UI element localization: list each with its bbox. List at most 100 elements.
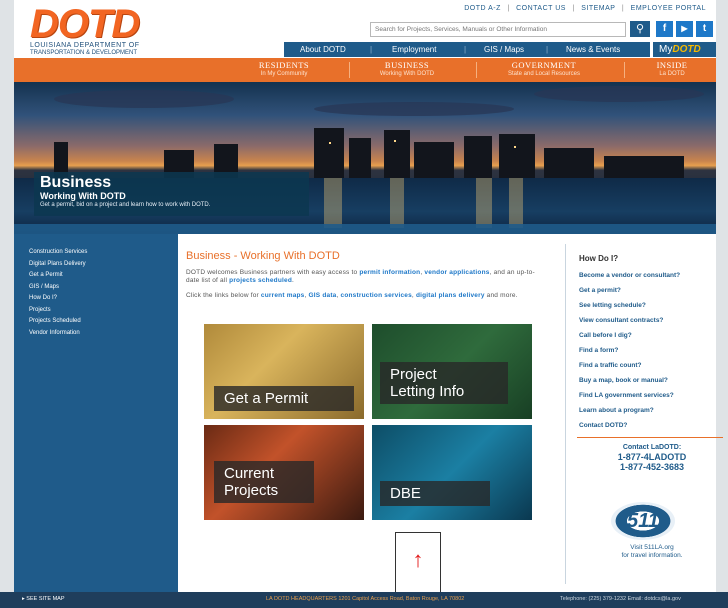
separator: |: [572, 5, 575, 12]
page-title: Business - Working With DOTD: [186, 250, 340, 262]
utility-links: DOTD A-Z | CONTACT US | SITEMAP | EMPLOY…: [462, 5, 708, 12]
link-la-government-services[interactable]: Find LA government services?: [579, 392, 728, 400]
separator: |: [546, 45, 549, 54]
dotd-logo[interactable]: DOTD LOUISIANA DEPARTMENT OF TRANSPORTAT…: [30, 2, 190, 58]
site-footer: ▸ SEE SITE MAP LA DOTD HEADQUARTERS 1201…: [0, 592, 728, 608]
link-contact-us[interactable]: CONTACT US: [516, 5, 566, 12]
link-projects-scheduled[interactable]: projects scheduled: [229, 277, 292, 284]
category-title: BUSINESS: [384, 60, 430, 70]
hero-light: [514, 146, 516, 148]
link-permit-information[interactable]: permit information: [359, 269, 420, 276]
how-do-i-panel: How Do I? Become a vendor or consultant?…: [565, 244, 728, 584]
hero-subtitle: Working With DOTD: [40, 191, 126, 201]
link-letting-schedule[interactable]: See letting schedule?: [579, 302, 728, 310]
category-residents[interactable]: RESIDENTS In My Community: [244, 60, 324, 78]
sidebar-item-vendor-information[interactable]: Vendor Information: [29, 328, 178, 340]
category-subtitle: Working With DOTD: [379, 71, 435, 77]
visit-511-line2: for travel information.: [621, 552, 683, 559]
tile-get-a-permit[interactable]: Get a Permit: [204, 324, 364, 419]
nav-employment[interactable]: Employment: [392, 45, 436, 54]
link-employee-portal[interactable]: EMPLOYEE PORTAL: [631, 5, 706, 12]
facebook-icon[interactable]: f: [656, 21, 673, 37]
link-gis-data[interactable]: GIS data: [309, 292, 337, 299]
divider: [624, 62, 625, 78]
511-logo[interactable]: 511: [611, 502, 675, 540]
sidebar-item-construction-services[interactable]: Construction Services: [29, 247, 178, 259]
tile-current-projects[interactable]: Current Projects: [204, 425, 364, 520]
page: DOTD LOUISIANA DEPARTMENT OF TRANSPORTAT…: [14, 0, 723, 608]
category-subtitle: La DOTD: [659, 71, 685, 77]
link-buy-map[interactable]: Buy a map, book or manual?: [579, 377, 728, 385]
link-get-permit[interactable]: Get a permit?: [579, 287, 728, 295]
intro-paragraph: DOTD welcomes Business partners with eas…: [186, 269, 548, 285]
sidebar-item-get-a-permit[interactable]: Get a Permit: [29, 270, 178, 282]
separator: |: [370, 45, 373, 54]
link-find-form[interactable]: Find a form?: [579, 347, 728, 355]
category-title: RESIDENTS: [258, 60, 310, 70]
youtube-icon[interactable]: ▶: [676, 21, 693, 37]
link-dotd-a-z[interactable]: DOTD A-Z: [464, 5, 501, 12]
links-paragraph: Click the links below for current maps, …: [186, 292, 548, 300]
hero-building: [414, 142, 454, 178]
link-learn-program[interactable]: Learn about a program?: [579, 407, 728, 415]
link-digital-plans-delivery[interactable]: digital plans delivery: [416, 292, 485, 299]
sidebar-item-how-do-i[interactable]: How Do I?: [29, 293, 178, 305]
footer-address: LA DOTD HEADQUARTERS 1201 Capitol Access…: [266, 596, 465, 602]
logo-subtitle-1: LOUISIANA DEPARTMENT OF: [30, 42, 140, 49]
tile-project-letting-info[interactable]: Project Letting Info: [372, 324, 532, 419]
hero-building: [604, 156, 684, 178]
link-vendor-applications[interactable]: vendor applications: [424, 269, 489, 276]
up-arrow-icon: ↑: [395, 532, 441, 593]
text: and more.: [484, 292, 518, 299]
visit-511-text[interactable]: Visit 511LA.org for travel information.: [579, 544, 725, 560]
hero-reflection: [509, 178, 523, 228]
hero-light: [329, 142, 331, 144]
nav-about-dotd[interactable]: About DOTD: [300, 45, 346, 54]
separator: |: [507, 5, 510, 12]
search-button[interactable]: ⚲: [630, 21, 650, 37]
hero-light: [394, 140, 396, 142]
sidebar-item-projects[interactable]: Projects: [29, 305, 178, 317]
divider: [476, 62, 477, 78]
link-become-vendor[interactable]: Become a vendor or consultant?: [579, 272, 728, 280]
phone-number[interactable]: 1-877-4LADOTD: [579, 452, 725, 462]
link-construction-services[interactable]: construction services: [341, 292, 412, 299]
link-sitemap[interactable]: SITEMAP: [581, 5, 615, 12]
search-icon: ⚲: [635, 23, 645, 35]
nav-news-events[interactable]: News & Events: [566, 45, 620, 54]
hero-building: [499, 134, 535, 178]
tile-dbe[interactable]: DBE: [372, 425, 532, 520]
link-consultant-contracts[interactable]: View consultant contracts?: [579, 317, 728, 325]
link-traffic-count[interactable]: Find a traffic count?: [579, 362, 728, 370]
link-call-before-dig[interactable]: Call before I dig?: [579, 332, 728, 340]
hero-building: [384, 130, 410, 178]
link-contact-dotd[interactable]: Contact DOTD?: [579, 422, 728, 430]
category-title: GOVERNMENT: [511, 60, 577, 70]
nav-gis-maps[interactable]: GIS / Maps: [484, 45, 524, 54]
sidebar-item-projects-scheduled[interactable]: Projects Scheduled: [29, 316, 178, 328]
logo-mark: DOTD: [30, 2, 140, 46]
sidebar-item-digital-plans-delivery[interactable]: Digital Plans Delivery: [29, 259, 178, 271]
category-government[interactable]: GOVERNMENT State and Local Resources: [488, 60, 600, 78]
footer-contact: Telephone: (225) 379-1232 Email: dotdcs@…: [560, 596, 681, 602]
hero-building: [464, 136, 492, 178]
tile-label: DBE: [380, 481, 490, 506]
tile-label: Get a Permit: [214, 386, 354, 411]
twitter-icon[interactable]: t: [696, 21, 713, 37]
hero-cloud: [314, 102, 514, 116]
search-input[interactable]: Search for Projects, Services, Manuals o…: [370, 22, 626, 37]
hero-building: [349, 138, 371, 178]
divider: [349, 62, 350, 78]
tile-label-line2: Projects: [224, 482, 279, 499]
separator: |: [464, 45, 467, 54]
hero-reflection: [476, 178, 492, 228]
text: Click the links below for: [186, 292, 261, 299]
category-inside[interactable]: INSIDE La DOTD: [640, 60, 704, 78]
mydotd-button[interactable]: MyDOTD: [653, 42, 716, 57]
link-current-maps[interactable]: current maps: [261, 292, 305, 299]
footer-sitemap-link[interactable]: ▸ SEE SITE MAP: [22, 596, 65, 602]
sidebar-item-gis-maps[interactable]: GIS / Maps: [29, 282, 178, 294]
tile-label-line1: Project: [390, 366, 437, 383]
category-business[interactable]: BUSINESS Working With DOTD: [366, 60, 448, 78]
phone-number[interactable]: 1-877-452-3683: [579, 462, 725, 472]
